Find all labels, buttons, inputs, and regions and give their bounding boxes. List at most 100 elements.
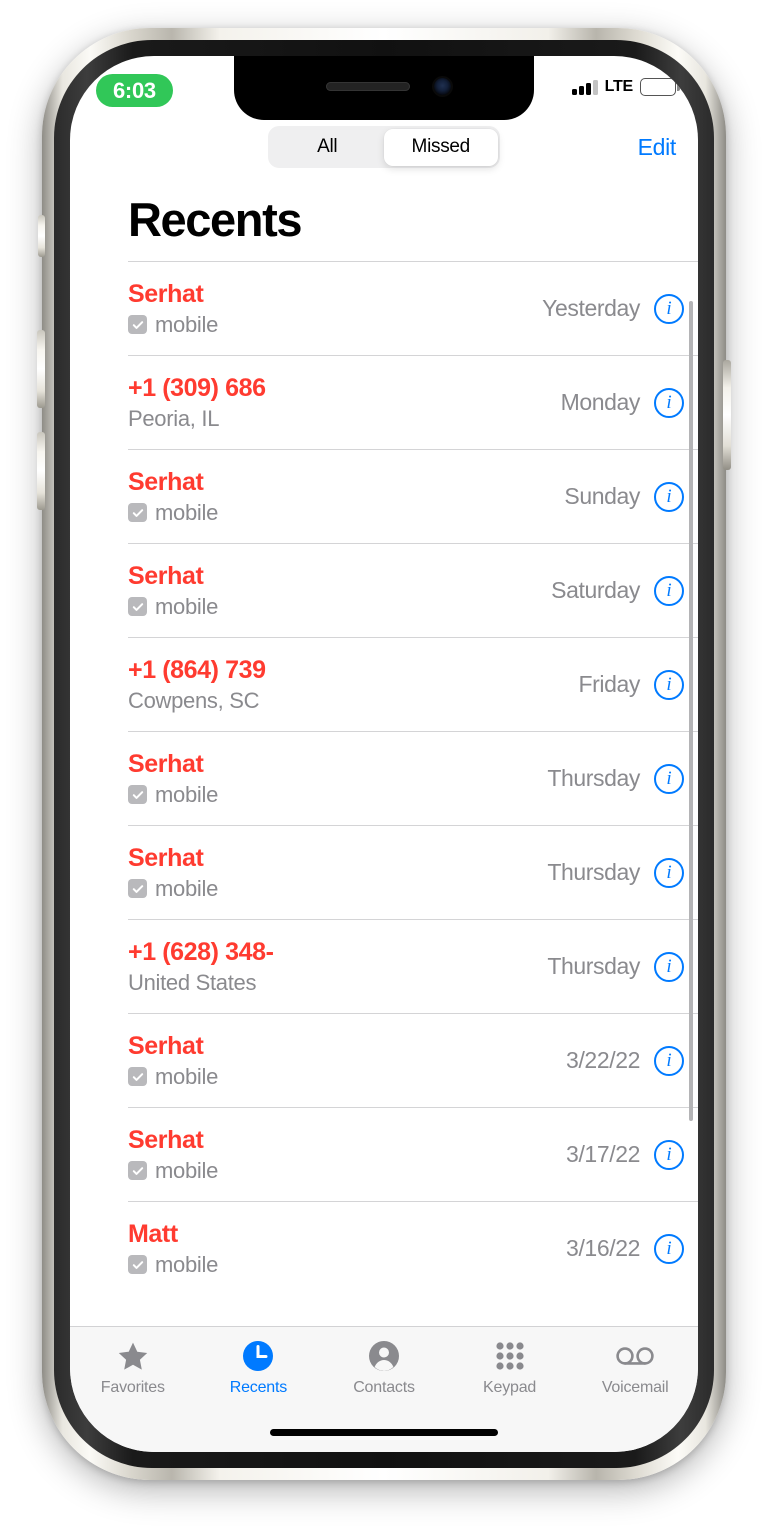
info-icon[interactable]: i [654, 1045, 684, 1076]
sim-check-icon [128, 879, 147, 898]
person-icon [368, 1339, 400, 1373]
tab-favorites[interactable]: Favorites [70, 1339, 196, 1397]
info-icon[interactable]: i [654, 293, 684, 324]
sim-check-icon [128, 1255, 147, 1274]
cellular-signal-icon [572, 79, 598, 95]
call-filter-segmented-control[interactable]: All Missed [268, 126, 500, 168]
call-row-trailing: Thursday i [547, 857, 684, 888]
call-detail: mobile [128, 594, 551, 620]
power-button[interactable] [723, 360, 731, 470]
info-icon[interactable]: i [654, 387, 684, 418]
star-icon [117, 1339, 149, 1373]
info-icon[interactable]: i [654, 669, 684, 700]
call-detail-label: United States [128, 969, 257, 995]
call-row-trailing: 3/16/22 i [566, 1233, 684, 1264]
sim-check-icon [128, 1161, 147, 1180]
clock-icon [242, 1339, 274, 1373]
call-row[interactable]: +1 (628) 348- United States Thursday i [128, 919, 698, 1013]
tab-keypad[interactable]: Keypad [447, 1339, 573, 1397]
call-detail-label: mobile [155, 875, 219, 901]
carrier-tech-label: LTE [604, 78, 634, 95]
call-row[interactable]: Serhat mobile Yesterday i [128, 261, 698, 355]
voicemail-icon [616, 1339, 654, 1373]
call-row-main: Serhat mobile [128, 1126, 566, 1184]
sim-check-icon [128, 785, 147, 804]
call-row[interactable]: Serhat mobile 3/22/22 i [128, 1013, 698, 1107]
call-row[interactable]: Serhat mobile Sunday i [128, 449, 698, 543]
call-detail: mobile [128, 500, 564, 526]
status-bar: 6:03 LTE [70, 56, 698, 120]
call-timestamp: Saturday [551, 577, 640, 603]
call-detail: mobile [128, 876, 547, 902]
sim-check-icon [128, 503, 147, 522]
tab-voicemail[interactable]: Voicemail [572, 1339, 698, 1397]
call-timestamp: Thursday [547, 765, 640, 791]
call-detail-label: Cowpens, SC [128, 687, 260, 713]
call-timestamp: Sunday [564, 483, 640, 509]
info-icon[interactable]: i [654, 1139, 684, 1170]
sim-check-icon [128, 315, 147, 334]
info-icon[interactable]: i [654, 857, 684, 888]
call-row[interactable]: +1 (309) 686 Peoria, IL Monday i [128, 355, 698, 449]
home-indicator[interactable] [270, 1429, 498, 1436]
call-detail-label: mobile [155, 781, 219, 807]
info-icon[interactable]: i [654, 763, 684, 794]
scrollbar[interactable] [689, 301, 693, 1121]
caller-name: +1 (864) 739 [128, 655, 266, 684]
call-detail-label: mobile [155, 311, 219, 337]
segment-missed[interactable]: Missed [384, 128, 498, 166]
tab-label: Keypad [483, 1379, 537, 1396]
call-detail: mobile [128, 782, 547, 808]
volume-up-button[interactable] [37, 330, 45, 408]
call-row-main: +1 (864) 739 Cowpens, SC [128, 656, 578, 714]
call-timestamp: 3/16/22 [566, 1235, 640, 1261]
segment-all[interactable]: All [271, 129, 385, 166]
edit-button[interactable]: Edit [638, 134, 677, 161]
call-row[interactable]: Serhat mobile Thursday i [128, 731, 698, 825]
caller-name: Serhat [128, 749, 204, 778]
call-row-trailing: Thursday i [547, 951, 684, 982]
call-detail: United States [128, 970, 547, 996]
call-row-main: +1 (309) 686 Peoria, IL [128, 374, 561, 432]
call-row-main: +1 (628) 348- United States [128, 938, 547, 996]
call-detail-label: Peoria, IL [128, 405, 220, 431]
caller-name: Serhat [128, 843, 204, 872]
caller-name: Serhat [128, 279, 204, 308]
info-icon[interactable]: i [654, 575, 684, 606]
call-row-main: Serhat mobile [128, 468, 564, 526]
info-icon[interactable]: i [654, 1233, 684, 1264]
sim-check-icon [128, 597, 147, 616]
tab-recents[interactable]: Recents [196, 1339, 322, 1397]
info-icon[interactable]: i [654, 951, 684, 982]
call-detail-label: mobile [155, 1063, 219, 1089]
call-timestamp: Monday [560, 389, 641, 415]
silent-switch[interactable] [38, 215, 45, 257]
status-time-pill[interactable]: 6:03 [96, 74, 173, 107]
tab-contacts[interactable]: Contacts [321, 1339, 447, 1397]
call-row-trailing: Saturday i [551, 575, 684, 606]
call-row-trailing: Yesterday i [542, 293, 684, 324]
call-row-main: Serhat mobile [128, 280, 542, 338]
call-row[interactable]: Matt mobile 3/16/22 i [128, 1201, 698, 1275]
battery-charging-icon [640, 78, 680, 96]
tab-label: Contacts [353, 1379, 415, 1396]
recents-call-list[interactable]: Serhat mobile Yesterday i +1 (309) 686 Peoria… [70, 261, 698, 1275]
call-timestamp: Yesterday [542, 295, 640, 321]
call-row[interactable]: Serhat mobile 3/17/22 i [128, 1107, 698, 1201]
caller-name: Serhat [128, 561, 204, 590]
call-detail-label: mobile [155, 593, 219, 619]
call-row-main: Serhat mobile [128, 844, 547, 902]
call-row[interactable]: Serhat mobile Saturday i [128, 543, 698, 637]
call-row-trailing: Friday i [578, 669, 684, 700]
volume-down-button[interactable] [37, 432, 45, 510]
info-icon[interactable]: i [654, 481, 684, 512]
call-detail: mobile [128, 1252, 566, 1275]
caller-name: Serhat [128, 467, 204, 496]
call-detail: mobile [128, 1158, 566, 1184]
tab-label: Favorites [100, 1379, 165, 1396]
call-row[interactable]: +1 (864) 739 Cowpens, SC Friday i [128, 637, 698, 731]
sim-check-icon [128, 1067, 147, 1086]
call-row[interactable]: Serhat mobile Thursday i [128, 825, 698, 919]
tab-label: Recents [229, 1379, 288, 1396]
call-row-trailing: Monday i [560, 387, 684, 418]
